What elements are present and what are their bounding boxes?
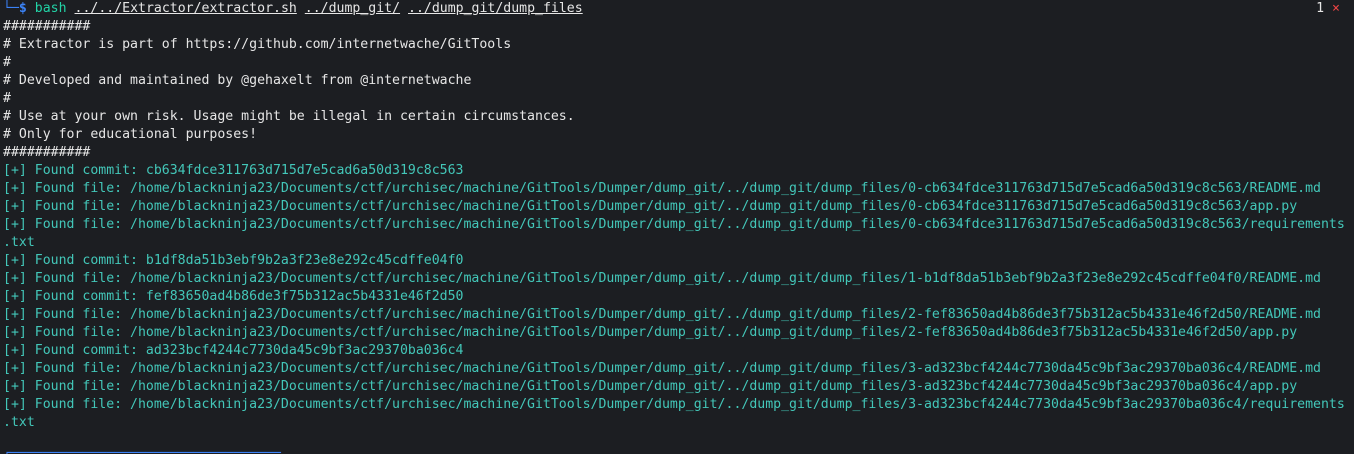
prompt-corner: └─ xyxy=(3,1,19,16)
output-line: [+] Found file: /home/blackninja23/Docum… xyxy=(3,217,1345,232)
output-line: [+] Found commit: ad323bcf4244c7730da45c… xyxy=(3,343,464,358)
terminal-window[interactable]: └─$ bash ../../Extractor/extractor.sh ..… xyxy=(0,0,1354,454)
banner-line: # xyxy=(3,55,11,70)
command-arg-destination[interactable]: ../dump_git/dump_files xyxy=(408,1,583,16)
output-line: [+] Found file: /home/blackninja23/Docum… xyxy=(3,361,1321,376)
command-prompt-line: └─$ bash ../../Extractor/extractor.sh ..… xyxy=(3,0,583,18)
next-prompt-partial: ┌────────────────────────────────── xyxy=(3,446,281,454)
output-line: [+] Found file: /home/blackninja23/Docum… xyxy=(3,379,1298,394)
output-line: [+] Found commit: cb634fdce311763d715d7e… xyxy=(3,163,464,178)
output-line: [+] Found commit: b1df8da51b3ebf9b2a3f23… xyxy=(3,253,464,268)
banner-line: # xyxy=(3,91,11,106)
banner-line: ########### xyxy=(3,19,91,34)
exit-status: 1 × xyxy=(1316,0,1340,18)
output-line: [+] Found file: /home/blackninja23/Docum… xyxy=(3,199,1298,214)
banner-line: # Use at your own risk. Usage might be i… xyxy=(3,109,575,124)
output-line: [+] Found file: /home/blackninja23/Docum… xyxy=(3,271,1321,286)
output-line: .txt xyxy=(3,415,35,430)
banner-line: # Only for educational purposes! xyxy=(3,127,258,142)
command-arg-extractor[interactable]: ../../Extractor/extractor.sh xyxy=(75,1,297,16)
banner-line: # Developed and maintained by @gehaxelt … xyxy=(3,73,472,88)
banner-line: # Extractor is part of https://github.co… xyxy=(3,37,512,52)
output-line: [+] Found file: /home/blackninja23/Docum… xyxy=(3,325,1298,340)
command-name: bash xyxy=(34,1,67,16)
banner-line: ########### xyxy=(3,145,91,160)
error-x-icon: × xyxy=(1332,1,1340,16)
prompt-symbol: $ xyxy=(18,1,27,16)
command-arg-source[interactable]: ../dump_git/ xyxy=(305,1,400,16)
output-line: .txt xyxy=(3,235,35,250)
output-line: [+] Found file: /home/blackninja23/Docum… xyxy=(3,397,1345,412)
output-line: [+] Found file: /home/blackninja23/Docum… xyxy=(3,307,1321,322)
output-line: [+] Found commit: fef83650ad4b86de3f75b3… xyxy=(3,289,464,304)
status-count: 1 xyxy=(1316,1,1325,16)
output-line: [+] Found file: /home/blackninja23/Docum… xyxy=(3,181,1321,196)
